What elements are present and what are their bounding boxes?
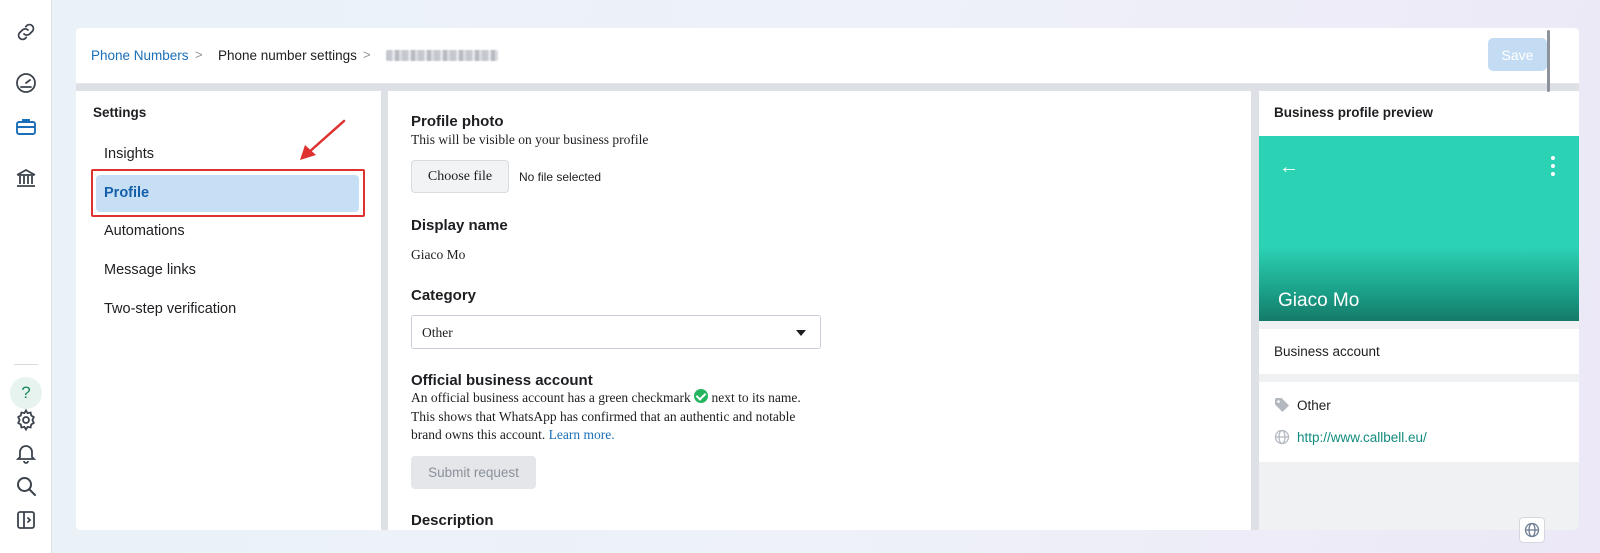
breadcrumb-phone-numbers[interactable]: Phone Numbers: [91, 48, 189, 63]
preview-website-row: http://www.callbell.eu/: [1274, 429, 1427, 445]
top-bar: Phone Numbers > Phone number settings > …: [76, 28, 1579, 84]
bank-icon[interactable]: [12, 164, 40, 192]
link-icon[interactable]: [12, 18, 40, 46]
sidebar-item-two-step-verification[interactable]: Two-step verification: [96, 291, 359, 328]
redacted-phone-number: [386, 50, 498, 61]
official-account-title: Official business account: [411, 372, 593, 389]
preview-business-name: Giaco Mo: [1278, 290, 1360, 311]
business-profile-preview: Business profile preview ← Giaco Mo Busi…: [1259, 91, 1579, 530]
preview-account-type-box: Business account: [1259, 329, 1579, 374]
submit-request-button[interactable]: Submit request: [411, 456, 536, 489]
sidebar-toggle-icon[interactable]: [12, 506, 40, 534]
globe-icon: [1274, 429, 1290, 445]
settings-card: Phone Numbers > Phone number settings > …: [76, 28, 1579, 530]
preview-header: Business profile preview: [1259, 91, 1579, 136]
settings-sidebar: Settings Insights Profile Automations Me…: [76, 91, 381, 530]
search-icon[interactable]: [12, 472, 40, 500]
settings-gear-icon[interactable]: [12, 406, 40, 434]
official-desc-part-3: This shows that WhatsApp has confirmed t…: [411, 408, 796, 424]
preview-account-type: Business account: [1274, 344, 1380, 359]
breadcrumb-separator: >: [195, 47, 203, 62]
rail-divider: [14, 364, 38, 365]
green-checkmark-icon: [694, 389, 709, 403]
official-account-description: An official business account has a green…: [411, 389, 841, 445]
annotation-highlight-box: [91, 169, 365, 217]
category-title: Category: [411, 287, 477, 304]
back-arrow-icon: ←: [1279, 156, 1299, 178]
category-select[interactable]: Other: [411, 315, 821, 349]
category-select-value: Other: [422, 325, 453, 340]
preview-category: Other: [1297, 397, 1331, 413]
preview-category-row: Other: [1274, 397, 1331, 413]
choose-file-button[interactable]: Choose file: [411, 160, 509, 193]
left-rail: ?: [0, 0, 52, 553]
chevron-down-icon: [796, 330, 806, 336]
preview-title: Business profile preview: [1274, 105, 1434, 120]
official-desc-part-1: An official business account has a green…: [411, 390, 691, 405]
annotation-arrow-icon: [300, 119, 346, 160]
tag-icon: [1275, 398, 1289, 412]
display-name-value: Giaco Mo: [411, 247, 466, 262]
more-menu-icon: [1551, 156, 1555, 176]
official-desc-part-2: next to its name.: [711, 390, 801, 405]
preview-info-box: Other http://www.callbell.eu/: [1259, 382, 1579, 462]
preview-website-link[interactable]: http://www.callbell.eu/: [1297, 430, 1427, 445]
no-file-label: No file selected: [519, 170, 602, 184]
breadcrumb-separator: >: [363, 47, 371, 62]
briefcase-icon[interactable]: [12, 113, 40, 141]
bell-icon[interactable]: [12, 439, 40, 467]
settings-title: Settings: [93, 105, 147, 120]
official-desc-part-4: brand owns this account.: [411, 427, 546, 442]
sidebar-item-message-links[interactable]: Message links: [96, 252, 359, 289]
breadcrumb-phone-number-settings: Phone number settings: [218, 48, 357, 63]
preview-hero: ← Giaco Mo: [1259, 136, 1579, 321]
display-name-title: Display name: [411, 217, 508, 234]
profile-photo-description: This will be visible on your business pr…: [411, 132, 649, 147]
scrollbar[interactable]: [1547, 30, 1550, 92]
profile-photo-title: Profile photo: [411, 113, 504, 130]
sidebar-item-automations[interactable]: Automations: [96, 213, 359, 250]
profile-form: Profile photo This will be visible on yo…: [388, 91, 1251, 530]
description-title: Description: [411, 512, 494, 529]
help-icon[interactable]: ?: [10, 377, 42, 409]
learn-more-link[interactable]: Learn more.: [549, 427, 615, 442]
language-globe-icon[interactable]: [1519, 517, 1545, 543]
dashboard-gauge-icon[interactable]: [12, 69, 40, 97]
save-button[interactable]: Save: [1488, 38, 1547, 71]
